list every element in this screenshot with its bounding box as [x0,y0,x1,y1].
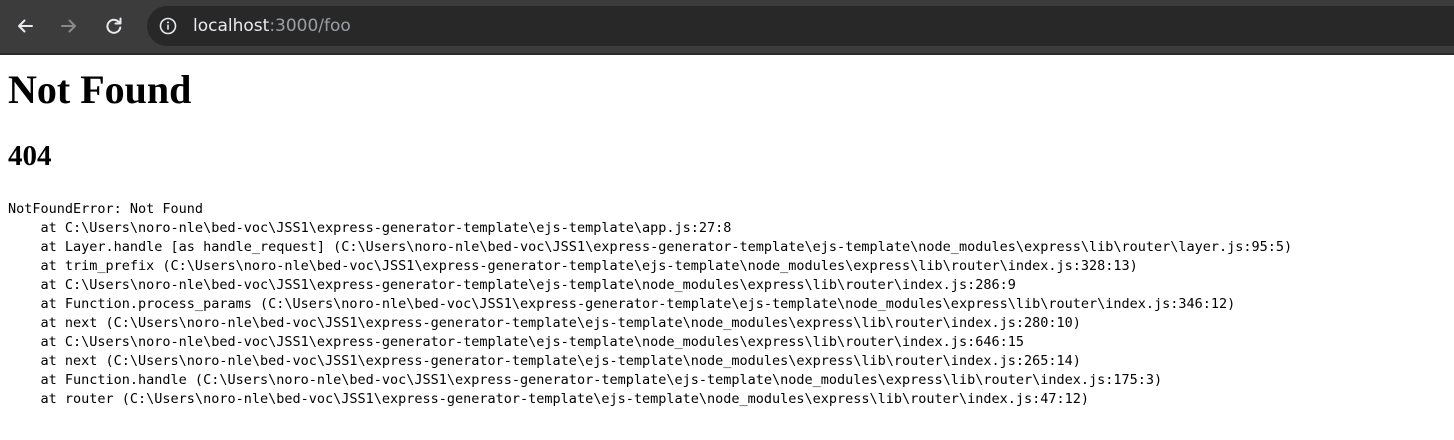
stack-line: at next (C:\Users\noro-nle\bed-voc\JSS1\… [8,353,1081,369]
stack-line: at next (C:\Users\noro-nle\bed-voc\JSS1\… [8,315,1081,331]
site-info-button[interactable] [158,16,178,36]
url-path: :3000/foo [269,16,351,36]
stack-header: NotFoundError: Not Found [8,201,204,217]
info-circle-icon [159,17,177,35]
arrow-right-icon [61,19,76,33]
forward-button[interactable] [53,10,85,42]
stack-line: at C:\Users\noro-nle\bed-voc\JSS1\expres… [8,220,732,236]
stack-line: at C:\Users\noro-nle\bed-voc\JSS1\expres… [8,277,1016,293]
reload-icon [106,17,122,34]
stack-line: at C:\Users\noro-nle\bed-voc\JSS1\expres… [8,334,1024,350]
address-bar[interactable]: localhost:3000/foo [147,6,1454,46]
page-title: Not Found [8,67,192,112]
url-host: localhost [193,16,270,36]
stack-line: at trim_prefix (C:\Users\noro-nle\bed-vo… [8,258,1138,274]
stack-line: at router (C:\Users\noro-nle\bed-voc\JSS… [8,391,1089,407]
status-code: 404 [8,140,52,172]
stack-trace: NotFoundError: Not Found at C:\Users\nor… [8,200,1292,409]
browser-toolbar: localhost:3000/foo [0,0,1454,55]
back-button[interactable] [9,10,41,42]
arrow-left-icon [18,19,33,33]
stack-line: at Function.process_params (C:\Users\nor… [8,296,1236,312]
stack-line: at Layer.handle [as handle_request] (C:\… [8,239,1293,255]
stack-line: at Function.handle (C:\Users\noro-nle\be… [8,372,1163,388]
url-text[interactable]: localhost:3000/foo [193,16,351,36]
reload-button[interactable] [98,10,130,42]
